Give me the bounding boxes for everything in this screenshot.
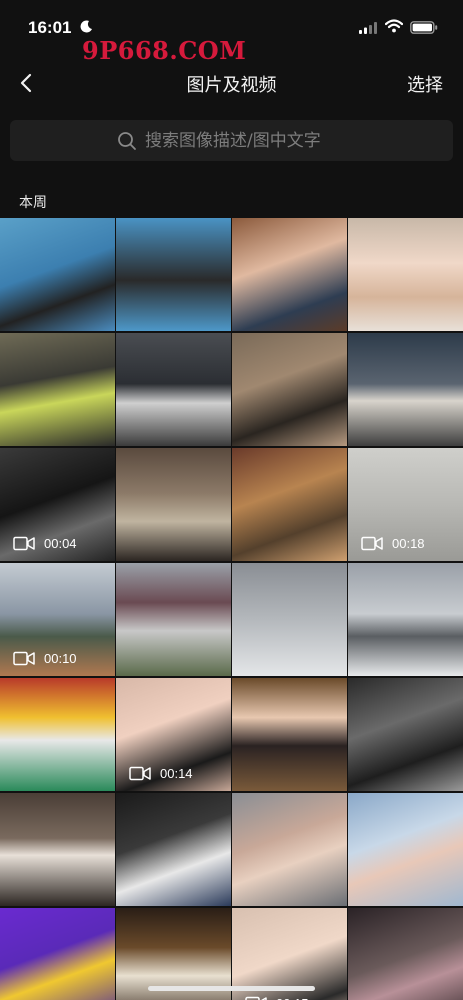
media-grid: 00:04 00:18 00:10 00:14 00:15 bbox=[0, 218, 463, 1000]
video-camera-icon bbox=[129, 766, 151, 781]
battery-icon bbox=[410, 21, 438, 34]
cellular-signal-icon bbox=[359, 22, 377, 34]
photo-dark-body[interactable] bbox=[116, 793, 231, 906]
photo-car-interior[interactable] bbox=[0, 333, 115, 446]
nav-bar: 图片及视频 选择 bbox=[0, 62, 463, 104]
photo-snow-pole[interactable] bbox=[232, 563, 347, 676]
video-duration: 00:18 bbox=[392, 536, 425, 551]
photo-woman-selfie[interactable] bbox=[348, 218, 463, 331]
video-camera-icon bbox=[361, 536, 383, 551]
photo-badminton-court[interactable] bbox=[0, 678, 115, 791]
photo-legs-heels[interactable] bbox=[232, 333, 347, 446]
status-time: 16:01 bbox=[28, 18, 72, 37]
photo-suv-garage[interactable] bbox=[348, 333, 463, 446]
video-skirt[interactable]: 00:14 bbox=[116, 678, 231, 791]
photo-tea-set[interactable] bbox=[116, 448, 231, 561]
video-duration: 00:15 bbox=[276, 996, 309, 1000]
video-dashboard[interactable]: 00:04 bbox=[0, 448, 115, 561]
photo-mirror-legs[interactable] bbox=[0, 793, 115, 906]
video-badge: 00:04 bbox=[13, 536, 77, 551]
video-foggy-mountain[interactable]: 00:18 bbox=[348, 448, 463, 561]
photo-snowy-ridge[interactable] bbox=[348, 563, 463, 676]
moon-icon bbox=[80, 20, 92, 33]
photo-woman-peace[interactable] bbox=[232, 678, 347, 791]
video-camera-icon bbox=[13, 651, 35, 666]
photo-legs-bed[interactable] bbox=[232, 793, 347, 906]
photo-woman-room[interactable] bbox=[232, 218, 347, 331]
video-camera-icon bbox=[13, 536, 35, 551]
photo-feet-sheet[interactable] bbox=[348, 793, 463, 906]
photo-suv-night[interactable] bbox=[116, 333, 231, 446]
video-badge: 00:10 bbox=[13, 651, 77, 666]
photo-car-seat-legs[interactable] bbox=[348, 678, 463, 791]
wifi-icon bbox=[385, 19, 403, 33]
video-duration: 00:10 bbox=[44, 651, 77, 666]
search-bar[interactable] bbox=[10, 120, 453, 161]
video-mountain-railing[interactable]: 00:10 bbox=[0, 563, 115, 676]
video-duration: 00:04 bbox=[44, 536, 77, 551]
photo-dark-closeup[interactable] bbox=[348, 908, 463, 1000]
photo-stockings-smile[interactable] bbox=[116, 218, 231, 331]
home-indicator[interactable] bbox=[148, 986, 315, 991]
video-duration: 00:14 bbox=[160, 766, 193, 781]
section-header-this-week: 本周 bbox=[19, 195, 47, 211]
page-title: 图片及视频 bbox=[186, 75, 277, 96]
search-input[interactable] bbox=[145, 120, 445, 161]
photo-stockings-on-blue[interactable] bbox=[0, 218, 115, 331]
photo-food-box[interactable] bbox=[232, 448, 347, 561]
search-icon bbox=[118, 132, 136, 150]
photo-sign-board[interactable] bbox=[116, 563, 231, 676]
video-badge: 00:15 bbox=[245, 996, 309, 1000]
video-camera-icon bbox=[245, 996, 267, 1000]
watermark: 9P668.COM bbox=[82, 36, 247, 65]
photo-cigarette-pack[interactable] bbox=[0, 908, 115, 1000]
video-badge: 00:14 bbox=[129, 766, 193, 781]
video-badge: 00:18 bbox=[361, 536, 425, 551]
select-button[interactable]: 选择 bbox=[407, 71, 443, 97]
